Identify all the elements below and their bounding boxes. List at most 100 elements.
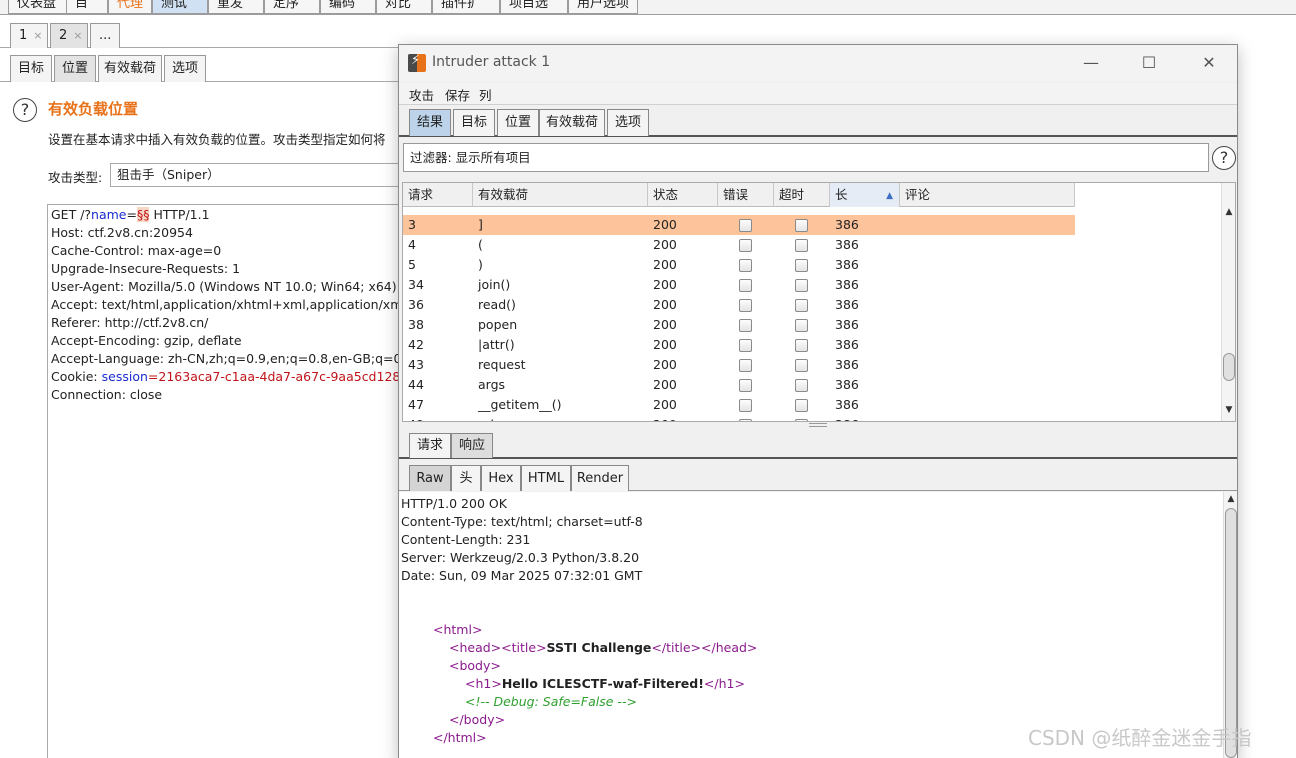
- scroll-up-icon[interactable]: ▲: [1223, 207, 1235, 217]
- attack-type-select[interactable]: 狙击手（Sniper）: [110, 163, 410, 187]
- tab-results[interactable]: 结果: [409, 109, 451, 136]
- html-line: </html>: [433, 730, 487, 745]
- tab-target[interactable]: 目标: [453, 109, 495, 136]
- results-scrollbar[interactable]: ▲ ▼: [1221, 183, 1235, 421]
- cell-length: 386: [835, 377, 859, 392]
- menu-attack[interactable]: 攻击: [409, 85, 434, 104]
- table-row[interactable]: 36 read() 200 386: [403, 295, 1075, 315]
- menu-columns[interactable]: 列: [479, 85, 492, 104]
- table-row[interactable]: 49 __base__ 200 386: [403, 415, 1075, 421]
- title-bar[interactable]: Intruder attack 1 — ☐ ✕: [399, 45, 1237, 81]
- tab-extender[interactable]: 插件扩展: [432, 0, 500, 14]
- table-row[interactable]: 34 join() 200 386: [403, 275, 1075, 295]
- cell-length: 386: [835, 277, 859, 292]
- table-row[interactable]: 47 __getitem__() 200 386: [403, 395, 1075, 415]
- tab-payloads[interactable]: 有效载荷: [539, 109, 605, 136]
- tab-proxy[interactable]: 代理: [108, 0, 152, 14]
- tab-decoder[interactable]: 编码器: [320, 0, 376, 14]
- cell-length: 386: [835, 297, 859, 312]
- cell-status: 200: [653, 415, 677, 421]
- tab-payloads[interactable]: 有效载荷: [98, 55, 162, 82]
- header-line: Cache-Control: max-age=0: [51, 243, 222, 258]
- timeout-checkbox: [795, 419, 808, 421]
- html-line: </body>: [449, 712, 506, 727]
- scroll-up-icon[interactable]: ▲: [1225, 494, 1237, 504]
- table-row[interactable]: 43 request 200 386: [403, 355, 1075, 375]
- cell-request: 43: [408, 357, 424, 372]
- column-header-length[interactable]: 长 ▲: [830, 183, 900, 207]
- tab-target[interactable]: 目标: [66, 0, 108, 14]
- table-row[interactable]: 3] 200 386: [403, 215, 1075, 235]
- tab-comparer[interactable]: 对比器: [376, 0, 432, 14]
- pane-splitter[interactable]: [809, 423, 827, 427]
- cell-length: 386: [835, 415, 859, 421]
- table-row[interactable]: 4 (200 386: [403, 235, 1075, 255]
- tab-hex[interactable]: Hex: [481, 465, 521, 491]
- maximize-icon[interactable]: ☐: [1129, 49, 1169, 77]
- timeout-checkbox: [795, 259, 808, 272]
- instance-tab-1[interactable]: 1 ×: [10, 23, 48, 48]
- tab-options[interactable]: 选项: [164, 55, 206, 82]
- header-line: Upgrade-Insecure-Requests: 1: [51, 261, 241, 276]
- window-title: Intruder attack 1: [432, 54, 551, 70]
- table-row[interactable]: 38 popen 200 386: [403, 315, 1075, 335]
- column-header-error[interactable]: 错误: [718, 183, 774, 207]
- tab-repeater[interactable]: 重发器: [208, 0, 264, 14]
- cell-payload: ): [478, 257, 483, 272]
- tab-request[interactable]: 请求: [409, 433, 451, 458]
- scroll-down-icon[interactable]: ▼: [1223, 405, 1235, 415]
- request-editor[interactable]: GET /?name=§§ HTTP/1.1 Host: ctf.2v8.cn:…: [47, 204, 407, 758]
- instance-tab-2[interactable]: 2 ×: [50, 23, 88, 48]
- scroll-thumb[interactable]: [1225, 508, 1237, 758]
- column-header-comment[interactable]: 评论: [900, 183, 1075, 207]
- header-line: Host: ctf.2v8.cn:20954: [51, 225, 193, 240]
- tab-response[interactable]: 响应: [451, 433, 493, 458]
- cell-request: 44: [408, 377, 424, 392]
- cell-status: 200: [653, 397, 677, 412]
- table-row[interactable]: 42 |attr() 200 386: [403, 335, 1075, 355]
- tab-user-options[interactable]: 用户选项: [568, 0, 638, 14]
- timeout-checkbox: [795, 239, 808, 252]
- instance-tab-label: 2: [59, 28, 68, 43]
- tab-raw[interactable]: Raw: [409, 465, 451, 491]
- tab-target-config[interactable]: 目标: [10, 55, 52, 82]
- column-header-request[interactable]: 请求: [403, 183, 473, 207]
- cell-request: 5: [408, 257, 416, 272]
- tab-positions[interactable]: 位置: [497, 109, 539, 136]
- table-row[interactable]: 5) 200 386: [403, 255, 1075, 275]
- tab-options[interactable]: 选项: [607, 109, 649, 136]
- cell-length: 386: [835, 217, 859, 232]
- help-icon[interactable]: ?: [1212, 146, 1236, 170]
- column-header-timeout[interactable]: 超时: [774, 183, 830, 207]
- request-line: GET /?name=§§ HTTP/1.1: [51, 207, 210, 222]
- tab-html[interactable]: HTML: [521, 465, 571, 491]
- instance-tab-more[interactable]: ...: [90, 23, 120, 48]
- column-header-payload[interactable]: 有效载荷: [473, 183, 648, 207]
- filter-bar[interactable]: 过滤器: 显示所有项目: [403, 143, 1209, 172]
- tab-dashboard[interactable]: 仪表盘: [8, 0, 72, 14]
- close-icon[interactable]: ×: [73, 29, 82, 42]
- response-viewer[interactable]: HTTP/1.0 200 OK Content-Type: text/html;…: [399, 492, 1237, 758]
- column-header-status[interactable]: 状态: [648, 183, 718, 207]
- scroll-thumb[interactable]: [1223, 353, 1235, 381]
- close-icon[interactable]: ✕: [1189, 49, 1229, 77]
- tab-sequencer[interactable]: 定序器: [264, 0, 320, 14]
- cell-status: 200: [653, 217, 677, 232]
- minimize-icon[interactable]: —: [1071, 49, 1111, 77]
- intruder-attack-window: Intruder attack 1 — ☐ ✕ 攻击 保存 列 结果 目标 位置…: [398, 44, 1238, 758]
- help-icon[interactable]: ?: [13, 98, 37, 122]
- tab-project-options[interactable]: 项目选项: [500, 0, 568, 14]
- response-scrollbar[interactable]: ▲: [1223, 492, 1237, 758]
- tab-render[interactable]: Render: [571, 465, 629, 491]
- timeout-checkbox: [795, 219, 808, 232]
- cell-length: 386: [835, 357, 859, 372]
- error-checkbox: [739, 279, 752, 292]
- menu-save[interactable]: 保存: [445, 85, 470, 104]
- tab-intruder[interactable]: 测试器: [152, 0, 208, 14]
- close-icon[interactable]: ×: [33, 29, 42, 42]
- table-row[interactable]: 44 args 200 386: [403, 375, 1075, 395]
- tab-positions[interactable]: 位置: [54, 55, 96, 82]
- attack-type-label: 攻击类型:: [48, 170, 103, 185]
- format-tabs: Raw 头 Hex HTML Render: [399, 465, 1237, 491]
- tab-headers[interactable]: 头: [451, 465, 481, 491]
